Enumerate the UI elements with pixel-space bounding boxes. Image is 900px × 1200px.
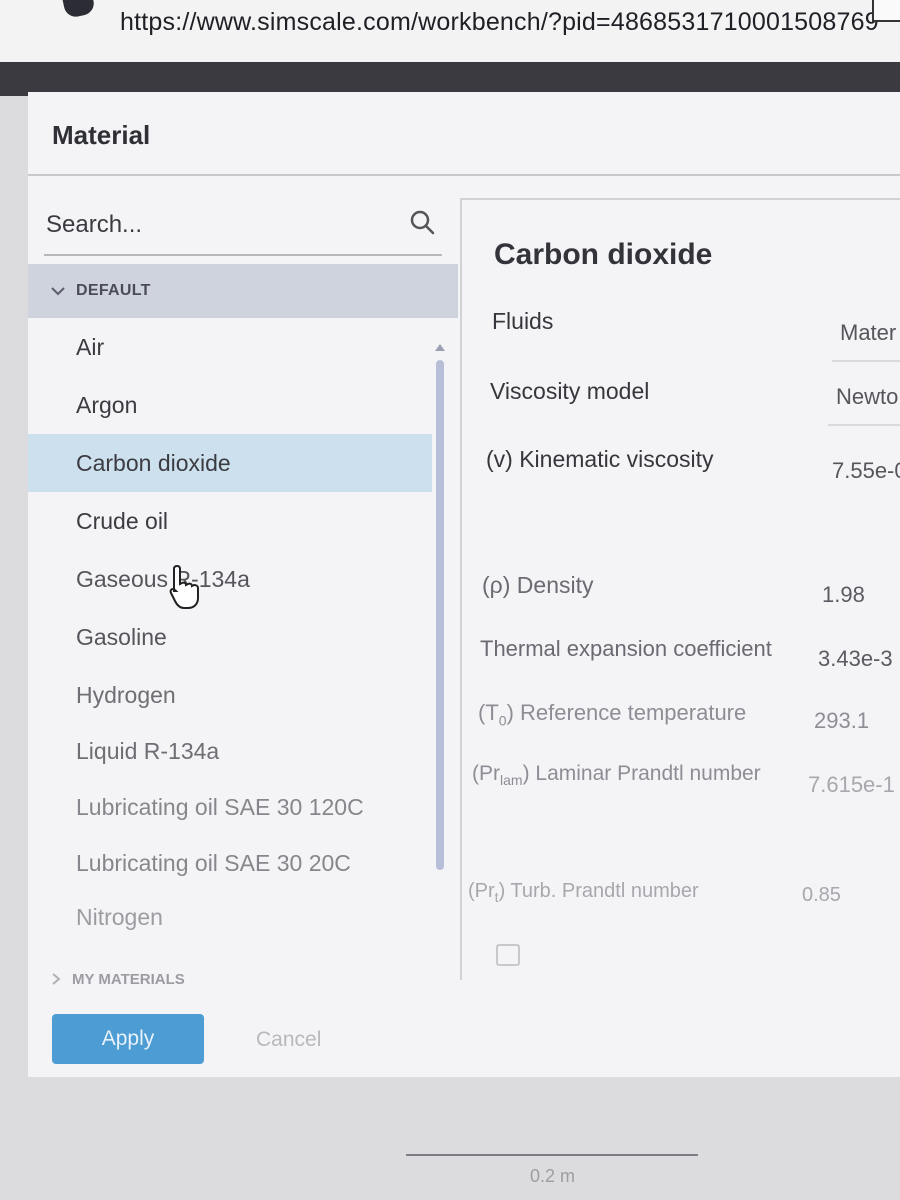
url-text[interactable]: https://www.simscale.com/workbench/?pid=…: [120, 8, 879, 37]
viscosity-model-value[interactable]: Newto: [836, 384, 898, 410]
list-item-label: Carbon dioxide: [76, 449, 231, 476]
turb-prandtl-value[interactable]: 0.85: [802, 884, 841, 907]
list-item-liquid-r134a[interactable]: Liquid R-134a: [28, 722, 432, 780]
field-divider: [832, 360, 900, 362]
thermal-expansion-value[interactable]: 3.43e-3: [818, 646, 893, 672]
scroll-up-arrow-icon[interactable]: [435, 344, 445, 351]
viscosity-model-label: Viscosity model: [490, 378, 650, 404]
group-header-default[interactable]: DEFAULT: [28, 264, 458, 318]
list-item-label: Liquid R-134a: [76, 737, 220, 764]
chevron-right-icon: [52, 973, 61, 985]
info-icon[interactable]: [496, 944, 520, 966]
dialog-title: Material: [52, 120, 151, 150]
chevron-down-icon: [51, 287, 65, 296]
scale-label: 0.2 m: [530, 1166, 576, 1186]
field-divider: [828, 424, 900, 426]
list-item-gasoline[interactable]: Gasoline: [28, 608, 432, 666]
material-dialog: Material DEFAULT Air Argon Carbon dioxid…: [28, 92, 900, 1077]
list-item-label: Air: [76, 333, 105, 360]
list-item-hydrogen[interactable]: Hydrogen: [28, 666, 432, 724]
cancel-button[interactable]: Cancel: [250, 1022, 327, 1058]
list-item-label: Gasoline: [76, 623, 167, 650]
list-item-argon[interactable]: Argon: [28, 376, 432, 434]
app-header-band: [0, 62, 900, 96]
list-item-crude-oil[interactable]: Crude oil: [28, 492, 432, 550]
density-label: (ρ) Density: [482, 572, 594, 598]
group-label: MY MATERIALS: [72, 970, 185, 988]
search-box: [44, 198, 442, 256]
list-item-label: Crude oil: [76, 507, 169, 534]
list-item-gaseous-r134a[interactable]: Gaseous R-134a: [28, 550, 432, 608]
material-details-pane: Carbon dioxide Fluids Mater Viscosity mo…: [460, 198, 900, 980]
list-item-label: Argon: [76, 391, 138, 418]
kinematic-viscosity-value[interactable]: 7.55e-0: [832, 458, 900, 484]
list-item-lubricating-oil-20c[interactable]: Lubricating oil SAE 30 20C: [28, 834, 432, 892]
reference-temperature-value[interactable]: 293.1: [814, 708, 869, 734]
scroll-thumb[interactable]: [436, 360, 444, 870]
material-list-pane: DEFAULT Air Argon Carbon dioxide Crude o…: [28, 176, 458, 999]
list-scrollbar[interactable]: [434, 344, 446, 870]
browser-control-icon[interactable]: [872, 0, 900, 22]
list-item-nitrogen[interactable]: Nitrogen: [28, 888, 432, 946]
list-item-label: Nitrogen: [76, 903, 163, 930]
density-value[interactable]: 1.98: [822, 582, 865, 608]
search-input[interactable]: [44, 206, 388, 244]
list-item-label: Lubricating oil SAE 30 20C: [76, 849, 351, 876]
kinematic-viscosity-label: (v) Kinematic viscosity: [486, 446, 714, 472]
list-item-label: Gaseous R-134a: [76, 565, 250, 592]
site-icon: [62, 0, 96, 19]
search-icon[interactable]: [408, 208, 436, 236]
list-item-carbon-dioxide[interactable]: Carbon dioxide: [28, 434, 432, 492]
material-detail-title: Carbon dioxide: [494, 238, 713, 271]
browser-url-bar[interactable]: https://www.simscale.com/workbench/?pid=…: [0, 0, 900, 63]
turb-prandtl-label: (Prt) Turb. Prandtl number: [468, 880, 699, 905]
list-item-label: Lubricating oil SAE 30 120C: [76, 793, 364, 820]
list-item-air[interactable]: Air: [28, 318, 432, 376]
list-item-label: Hydrogen: [76, 681, 176, 708]
thermal-expansion-label: Thermal expansion coefficient: [480, 636, 772, 661]
list-item-lubricating-oil-120c[interactable]: Lubricating oil SAE 30 120C: [28, 778, 432, 836]
apply-button[interactable]: Apply: [52, 1014, 204, 1064]
scale-bar: [406, 1154, 698, 1156]
group-label: DEFAULT: [76, 282, 151, 299]
hand-cursor-icon: [169, 564, 199, 609]
laminar-prandtl-label: (Prlam) Laminar Prandtl number: [472, 762, 761, 789]
group-header-my-materials[interactable]: MY MATERIALS: [28, 959, 448, 999]
laminar-prandtl-value[interactable]: 7.615e-1: [808, 772, 895, 798]
fluids-label: Fluids: [492, 308, 554, 334]
fluids-value[interactable]: Mater: [840, 320, 896, 346]
reference-temperature-label: (T0) Reference temperature: [478, 700, 747, 729]
